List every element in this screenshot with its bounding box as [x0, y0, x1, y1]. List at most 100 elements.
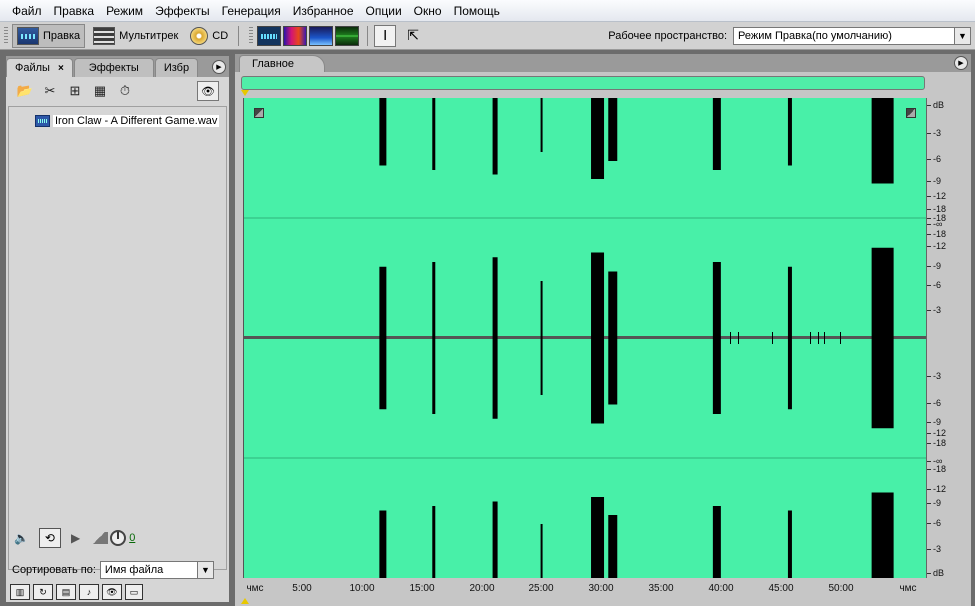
play-triangle-icon: ▶: [958, 60, 964, 67]
db-value: -9: [933, 261, 942, 271]
chevron-down-icon: ▼: [954, 27, 970, 44]
time-value: чмс: [246, 583, 264, 594]
start-marker-icon[interactable]: [241, 90, 249, 96]
spectral-view-button[interactable]: [283, 25, 308, 46]
menu-item[interactable]: Окно: [408, 0, 448, 22]
cd-view-button[interactable]: CD: [186, 24, 232, 48]
menu-item[interactable]: Опции: [360, 0, 408, 22]
waveform-burst: [432, 262, 436, 338]
waveform-display[interactable]: [243, 98, 926, 578]
panel-menu-button[interactable]: ▶: [212, 60, 226, 74]
waveform-burst: [871, 492, 894, 578]
close-file-icon: ✂: [44, 83, 56, 98]
waveform-burst: [379, 338, 387, 410]
multitrack-icon: [93, 26, 116, 45]
close-icon[interactable]: ×: [58, 63, 64, 74]
list-item[interactable]: Iron Claw - A Different Game.wav: [35, 113, 220, 129]
play-button[interactable]: ▶: [71, 531, 80, 545]
show-audio-button[interactable]: ▥: [10, 584, 30, 600]
menu-item[interactable]: Помощь: [448, 0, 506, 22]
show-loops-button[interactable]: ↻: [33, 584, 53, 600]
text-cursor-icon: Ⅰ: [383, 27, 388, 43]
db-value: -18: [933, 438, 947, 448]
menu-item[interactable]: Правка: [48, 0, 101, 22]
open-file-button[interactable]: 📂: [14, 81, 36, 101]
waveform-editor-icon: [17, 26, 39, 45]
marquee-tool[interactable]: ⇱: [402, 25, 424, 47]
menu-item[interactable]: Режим: [100, 0, 149, 22]
time-ruler[interactable]: чмс 5:00 10:00 15:00 20:00 25:00 30:00 35:00 40:…: [243, 578, 926, 596]
workspace-select[interactable]: Режим Правка(по умолчанию) ▼: [733, 26, 971, 45]
waveform-burst: [492, 257, 498, 338]
toolbar-grip[interactable]: [249, 26, 254, 45]
db-value: -∞: [933, 219, 943, 229]
close-file-button[interactable]: ✂: [39, 81, 61, 101]
menu-item[interactable]: Эффекты: [149, 0, 216, 22]
left-panel-tabs: Файлы × Эффекты Избр ▶: [6, 56, 229, 77]
tick-line: [927, 105, 931, 106]
clip-icon: ▭: [129, 586, 139, 597]
tab-main[interactable]: Главное: [239, 55, 325, 72]
overview-bar[interactable]: [241, 76, 925, 90]
db-value: -6: [933, 154, 942, 164]
show-markers-button[interactable]: 👁: [102, 584, 122, 600]
audio-icon: ▥: [15, 586, 25, 597]
tick-line: [927, 218, 931, 219]
waveform-burst: [379, 266, 387, 338]
waveform-burst: [591, 252, 605, 338]
db-value: -3: [933, 371, 942, 381]
time-selection-tool[interactable]: Ⅰ: [374, 24, 397, 47]
preview-toggle-button[interactable]: 👁: [197, 81, 219, 101]
sort-label: Сортировать по:: [12, 564, 96, 576]
insert-icon: ⊞: [69, 83, 81, 98]
volume-value[interactable]: 0: [129, 532, 135, 544]
speaker-icon[interactable]: 🔈: [14, 531, 29, 545]
spectral-pan-view-button[interactable]: [309, 25, 334, 46]
menu-item[interactable]: Генерация: [216, 0, 287, 22]
waveform-burst: [787, 98, 792, 166]
zoom-out-corner-icon[interactable]: [906, 108, 916, 118]
tick-line: [927, 403, 931, 404]
db-value: -3: [933, 128, 942, 138]
tab-files[interactable]: Файлы ×: [6, 58, 73, 77]
volume-knob[interactable]: [110, 530, 127, 546]
waveform-spike: [810, 332, 811, 344]
file-filter-buttons: ▥ ↻ ▤ ♪ 👁 ▭: [10, 584, 146, 602]
tick-line: [927, 234, 931, 235]
menu-item[interactable]: Избранное: [287, 0, 360, 22]
edit-view-button[interactable]: Правка: [12, 23, 86, 48]
db-value: -18: [933, 229, 947, 239]
show-clips-button[interactable]: ▭: [125, 584, 143, 600]
edit-file-button[interactable]: ⏱: [114, 81, 136, 101]
tick-line: [927, 461, 931, 462]
tab-files-label: Файлы: [15, 62, 50, 74]
waveform-view-button[interactable]: [257, 25, 282, 46]
tick-line: [927, 224, 931, 225]
menu-item[interactable]: Файл: [6, 0, 48, 22]
waveform-burst: [432, 338, 436, 414]
show-video-button[interactable]: ▤: [56, 584, 76, 600]
edit-view-label: Правка: [43, 29, 81, 42]
wav-file-icon: [35, 115, 50, 127]
multitrack-view-button[interactable]: Мультитрек: [89, 24, 182, 48]
loop-button[interactable]: ⟲: [38, 528, 61, 548]
tick-line: [927, 196, 931, 197]
sort-select[interactable]: Имя файла ▼: [99, 561, 214, 579]
waveform-spike: [738, 332, 739, 344]
zoom-in-corner-icon[interactable]: [254, 108, 264, 118]
menu-bar: Файл Правка Режим Эффекты Генерация Избранное…: [0, 0, 975, 22]
panel-menu-button[interactable]: ▶: [954, 56, 968, 70]
tab-effects[interactable]: Эффекты: [73, 58, 154, 77]
time-value: 35:00: [648, 583, 674, 594]
toolbar-grip[interactable]: [4, 26, 8, 45]
tab-effects-label: Эффекты: [88, 62, 139, 74]
end-marker-icon[interactable]: [241, 598, 249, 604]
show-midi-button[interactable]: ♪: [79, 584, 99, 600]
phase-view-button[interactable]: [335, 25, 360, 46]
insert-multitrack-button[interactable]: ⊞: [64, 81, 86, 101]
insert-cd-button[interactable]: ▦: [89, 81, 111, 101]
tick-line: [927, 159, 931, 160]
tab-favorites[interactable]: Избр: [154, 58, 199, 77]
toolbar: Правка Мультитрек CD Ⅰ ⇱ Рабочее простра…: [0, 22, 975, 50]
waveform-burst: [591, 338, 605, 424]
